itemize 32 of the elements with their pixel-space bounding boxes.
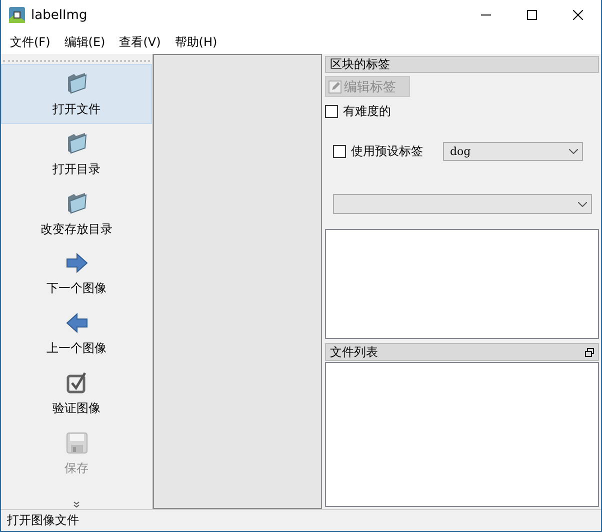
label-list[interactable] xyxy=(325,229,599,339)
checkbox-icon xyxy=(66,372,88,394)
checkbox[interactable] xyxy=(325,105,338,118)
close-icon xyxy=(573,10,583,20)
checkbox-label: 使用预设标签 xyxy=(351,143,423,160)
float-icon[interactable] xyxy=(585,348,594,356)
file-list[interactable] xyxy=(325,362,599,507)
toolbar-button[interactable]: 打开目录 xyxy=(1,124,152,184)
caret-icon xyxy=(569,149,578,154)
menu-item[interactable]: 文件(F) xyxy=(3,32,58,52)
window-title: labelImg xyxy=(31,8,88,22)
caret-icon xyxy=(578,202,587,206)
app-icon xyxy=(9,7,25,23)
left-arrow-icon xyxy=(64,312,88,334)
toolbar-button[interactable]: 改变存放目录 xyxy=(1,184,152,244)
toolbar-button[interactable]: 验证图像 xyxy=(1,364,152,424)
chevron-icon[interactable] xyxy=(73,501,80,508)
dock-title: 文件列表 xyxy=(330,344,378,360)
toolbar-button[interactable]: 下一个图像 xyxy=(1,244,152,304)
right-arrow-icon xyxy=(64,252,88,274)
toolbar-button[interactable]: 打开文件 xyxy=(1,64,152,124)
status-text: 打开图像文件 xyxy=(7,512,79,529)
checkbox-label: 有难度的 xyxy=(343,103,391,120)
toolbar-button[interactable]: 上一个图像 xyxy=(1,304,152,364)
checkbox[interactable] xyxy=(333,145,346,158)
menu-item[interactable]: 编辑(E) xyxy=(57,32,112,52)
dock-title: 区块的标签 xyxy=(330,56,390,73)
dropdown[interactable]: dog xyxy=(443,142,583,161)
edit-icon xyxy=(328,80,342,94)
menu-item[interactable]: 帮助(H) xyxy=(168,32,224,52)
maximize-icon xyxy=(527,10,537,20)
menu-item[interactable]: 查看(V) xyxy=(112,32,168,52)
